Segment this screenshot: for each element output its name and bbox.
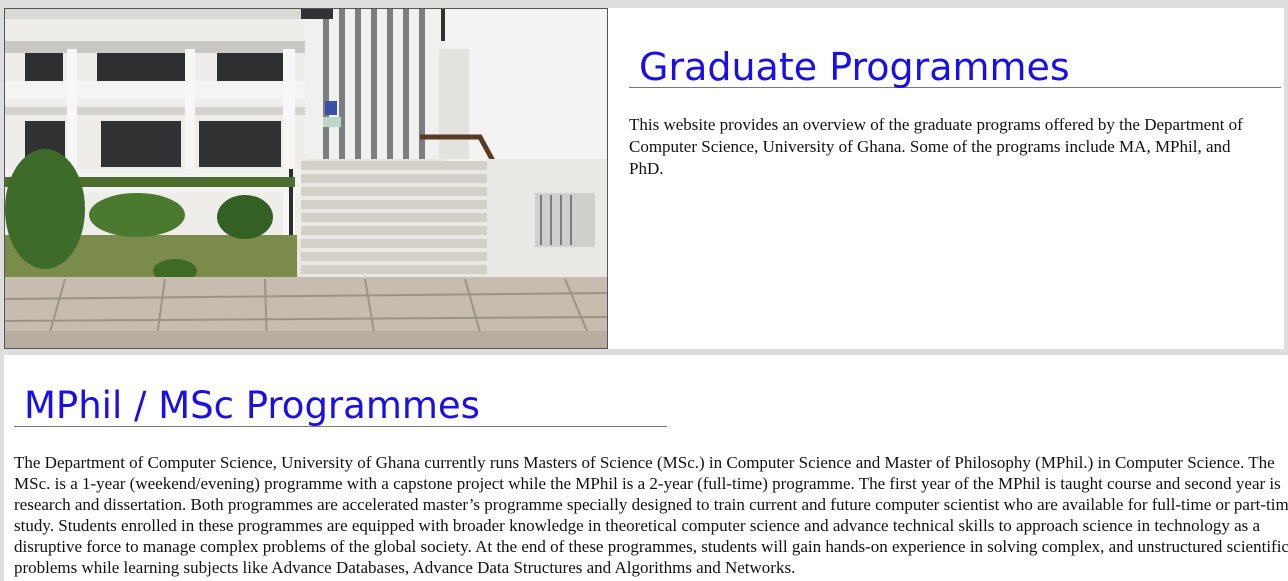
section-title: MPhil / MSc Programmes — [14, 385, 667, 427]
section-body: The Department of Computer Science, Univ… — [14, 453, 1288, 577]
building-stairs-photo — [4, 8, 608, 349]
mphil-msc-section: MPhil / MSc Programmes The Department of… — [4, 355, 1288, 581]
page-title: Graduate Programmes — [629, 46, 1281, 88]
hero-banner: Graduate Programmes This website provide… — [4, 8, 1284, 349]
hero-text-panel: Graduate Programmes This website provide… — [629, 8, 1283, 349]
page: Graduate Programmes This website provide… — [0, 0, 1288, 581]
hero-description: This website provides an overview of the… — [629, 115, 1243, 178]
